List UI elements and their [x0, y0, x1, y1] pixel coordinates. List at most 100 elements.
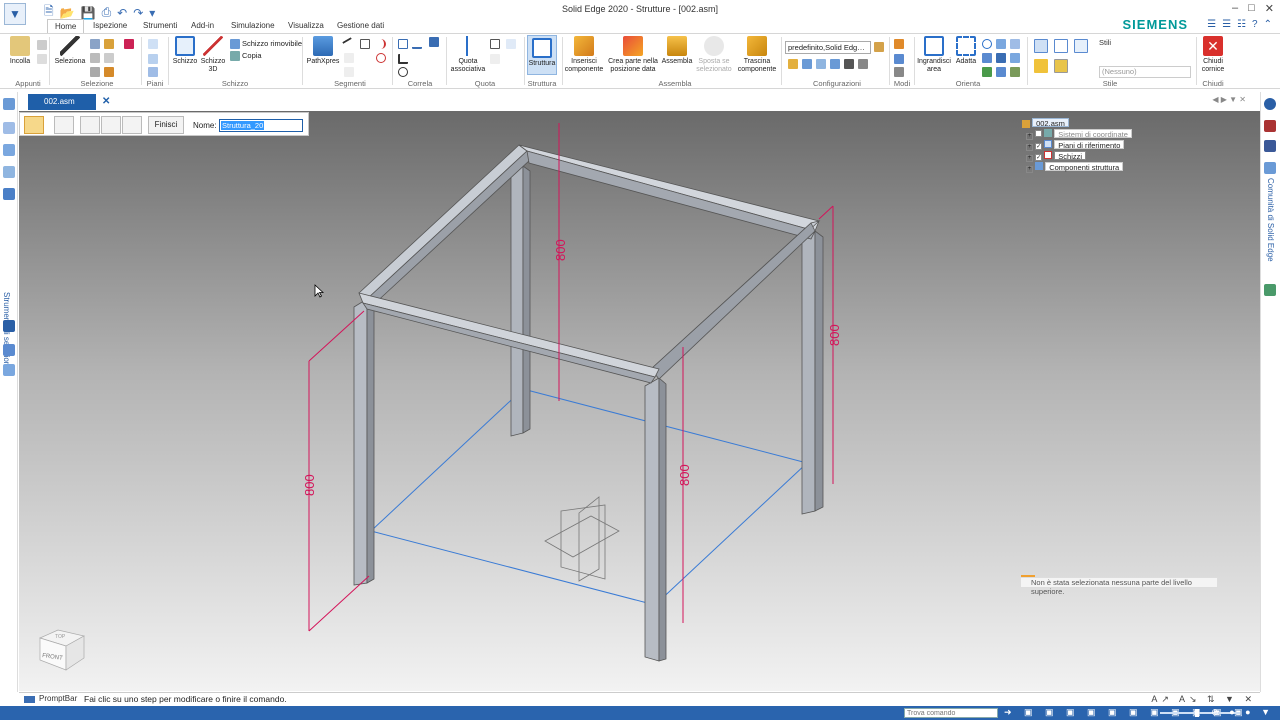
- corner-icon[interactable]: [344, 67, 354, 77]
- frame-structure-button[interactable]: Struttura: [527, 35, 557, 75]
- select-filter-icon[interactable]: [90, 39, 100, 49]
- measure-icon[interactable]: [490, 54, 500, 64]
- render-box-icon[interactable]: [1034, 59, 1048, 73]
- config-zone-icon[interactable]: [816, 59, 826, 69]
- view-cube[interactable]: TOP FRONT: [36, 624, 88, 672]
- select-area-icon[interactable]: [90, 53, 100, 63]
- tab-addin[interactable]: Add-in: [184, 19, 221, 33]
- mode-select-icon[interactable]: [894, 54, 904, 64]
- move-selected-button[interactable]: Sposta se selezionato: [694, 36, 734, 74]
- assemble-button[interactable]: Assembla: [660, 36, 694, 66]
- dimension-icon[interactable]: [360, 39, 370, 49]
- document-nav-icons[interactable]: ◀ ▶ ▼ ✕: [1212, 95, 1246, 104]
- frame-step-button[interactable]: [24, 116, 44, 134]
- arc-icon[interactable]: [376, 39, 386, 49]
- shaded-box-icon[interactable]: [1034, 39, 1048, 53]
- facebook-icon[interactable]: [1264, 140, 1276, 152]
- mode-grid-icon[interactable]: [894, 39, 904, 49]
- close-button[interactable]: ✕: [1265, 2, 1274, 15]
- copy-sketch-button[interactable]: Copia: [242, 51, 262, 60]
- finish-button[interactable]: Finisci: [148, 116, 184, 134]
- angle-icon[interactable]: [506, 39, 516, 49]
- line-icon[interactable]: [342, 37, 356, 51]
- config-view-icon[interactable]: [858, 59, 868, 69]
- view-top-icon[interactable]: [996, 53, 1006, 63]
- relate-perpendicular-icon[interactable]: [398, 54, 408, 64]
- panel-icon[interactable]: ☰: [1222, 19, 1231, 30]
- dimension-label[interactable]: 800: [302, 474, 317, 496]
- sketch-3d-button[interactable]: Schizzo 3D: [200, 36, 226, 74]
- tile-icon[interactable]: ☷: [1237, 19, 1246, 30]
- community-tab[interactable]: Comunità di Solid Edge: [1266, 178, 1275, 262]
- base-sketch[interactable]: [370, 388, 808, 606]
- plane-angle-icon[interactable]: [148, 67, 158, 77]
- sensors-icon[interactable]: [3, 144, 15, 156]
- configuration-select[interactable]: predefinito,Solid Edg…: [785, 41, 871, 54]
- relate-connect-icon[interactable]: [398, 39, 408, 49]
- curve-icon[interactable]: [344, 53, 354, 63]
- select-tool-icon[interactable]: [104, 39, 114, 49]
- dimension-label[interactable]: 800: [553, 239, 568, 261]
- styles-label[interactable]: Stili: [1099, 38, 1111, 47]
- youtube-icon[interactable]: [1264, 120, 1276, 132]
- drag-component-button[interactable]: Trascina componente: [736, 36, 778, 74]
- tree-root[interactable]: 002.asm: [1022, 118, 1069, 129]
- zoom-slider-thumb[interactable]: [1195, 709, 1199, 717]
- promptbar-controls[interactable]: A↗ A↘ ⇅ ▼ ✕: [1151, 694, 1256, 705]
- selection-tools-icon[interactable]: [3, 188, 15, 200]
- wire-box-icon[interactable]: [1054, 39, 1068, 53]
- mode-edit-icon[interactable]: [894, 67, 904, 77]
- graphics-window[interactable]: 800 800 800 800: [19, 111, 1260, 691]
- sketch-button[interactable]: Schizzo: [172, 36, 198, 66]
- minimize-button[interactable]: –: [1232, 2, 1238, 15]
- style-select[interactable]: (Nessuno): [1099, 66, 1191, 78]
- close-frame-button[interactable]: ✕ Chiudi cornice: [1199, 36, 1227, 74]
- fit-button[interactable]: Adatta: [954, 36, 978, 66]
- visibility-checkbox[interactable]: ✓: [1035, 143, 1043, 150]
- tree-item-frame-components[interactable]: + Componenti struttura: [1026, 162, 1124, 173]
- relate-symmetric-icon[interactable]: [429, 37, 439, 47]
- library-icon[interactable]: [3, 344, 15, 356]
- dimension-label[interactable]: 800: [677, 464, 692, 486]
- tree-item-reference-planes[interactable]: + ✓ Piani di riferimento: [1026, 140, 1125, 151]
- view-cube-top-label[interactable]: TOP: [55, 634, 66, 640]
- close-document-icon[interactable]: ✕: [102, 96, 110, 107]
- help-icon[interactable]: [1264, 98, 1276, 110]
- promptbar-label[interactable]: PromptBar: [39, 694, 77, 703]
- tab-simulazione[interactable]: Simulazione: [224, 19, 282, 33]
- options-button[interactable]: [54, 116, 74, 134]
- doc-icon[interactable]: [1264, 284, 1276, 296]
- relate-parallel-icon[interactable]: [412, 39, 422, 49]
- status-right-icons[interactable]: ⊕ ● ● ▼: [1211, 707, 1274, 718]
- expand-icon[interactable]: +: [1026, 133, 1033, 140]
- dimensions[interactable]: [308, 123, 834, 632]
- layers-icon[interactable]: [3, 122, 15, 134]
- dimension-label[interactable]: 800: [827, 324, 842, 346]
- relate-fix-icon[interactable]: [398, 67, 408, 77]
- profile-button[interactable]: [101, 116, 121, 134]
- paste-button[interactable]: Incolla: [6, 36, 34, 66]
- cut-icon[interactable]: [37, 40, 47, 50]
- expand-icon[interactable]: +: [1026, 144, 1033, 151]
- hidden-box-icon[interactable]: [1074, 39, 1088, 53]
- pathxpres-button[interactable]: PathXpres: [306, 36, 340, 66]
- circle-icon[interactable]: [376, 53, 386, 63]
- rotate-icon[interactable]: [1010, 39, 1020, 49]
- command-search-input[interactable]: [904, 708, 998, 718]
- copy-icon[interactable]: [37, 54, 47, 64]
- tab-strumenti[interactable]: Strumenti: [136, 19, 184, 33]
- config-display-icon[interactable]: [802, 59, 812, 69]
- zoom-icon[interactable]: [982, 39, 992, 49]
- tab-gestione-dati[interactable]: Gestione dati: [330, 19, 391, 33]
- visibility-checkbox[interactable]: ✓: [1035, 154, 1043, 161]
- corner-treatment-button[interactable]: [122, 116, 142, 134]
- view-named-icon[interactable]: [1010, 67, 1020, 77]
- removable-sketch-button[interactable]: Schizzo rimovibile: [242, 39, 302, 48]
- tree-item-coordinate-systems[interactable]: + Sistemi di coordinate: [1026, 129, 1132, 140]
- distance-icon[interactable]: [490, 39, 500, 49]
- tab-ispezione[interactable]: Ispezione: [86, 19, 134, 33]
- color-icon[interactable]: [3, 320, 15, 332]
- zoom-area-button[interactable]: Ingrandisci area: [916, 36, 952, 74]
- select-group-icon[interactable]: [104, 53, 114, 63]
- select-path-button[interactable]: [80, 116, 100, 134]
